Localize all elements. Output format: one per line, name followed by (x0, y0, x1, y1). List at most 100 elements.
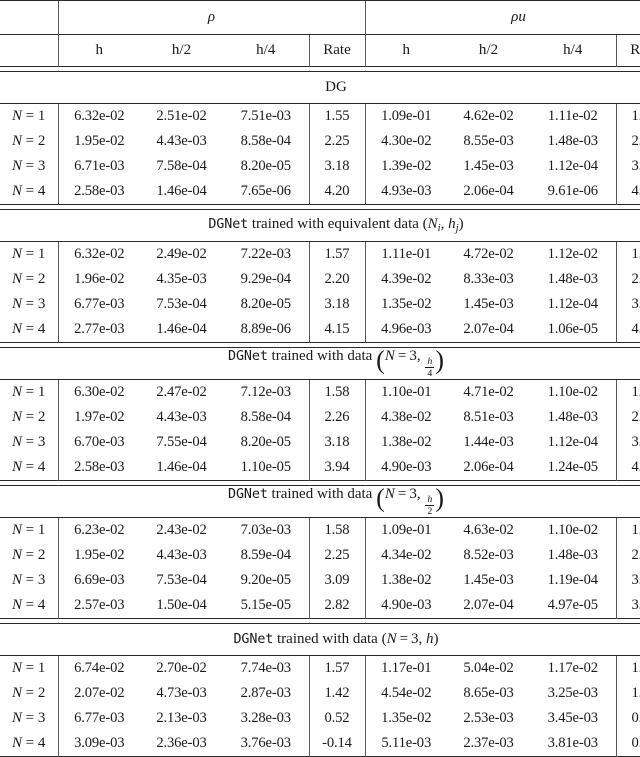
row-label-variable: N (12, 271, 22, 287)
cell-rhou-h2: 8.52e-03 (447, 543, 530, 568)
row-label-cell: N=2 (0, 405, 58, 430)
cell-rhou-h: 4.90e-03 (365, 593, 447, 619)
row-label-cell: N=2 (0, 543, 58, 568)
cell-rhou-h4: 1.24e-05 (530, 455, 616, 481)
cell-rho-h: 6.30e-02 (58, 380, 140, 406)
cell-rhou-h: 1.39e-02 (365, 154, 447, 179)
cell-rho-h2: 2.70e-02 (140, 656, 223, 682)
row-label-cell: N=1 (0, 518, 58, 544)
section-title-dg: DG (0, 72, 640, 104)
cell-rho-h: 1.95e-02 (58, 129, 140, 154)
table-row: N=42.57e-031.50e-045.15e-052.824.90e-032… (0, 593, 640, 619)
cell-rhou-h4: 1.12e-04 (530, 154, 616, 179)
math-paren: ) (434, 631, 439, 647)
row-label-text: N=2 (12, 547, 46, 563)
row-label-equals: = (26, 271, 35, 287)
row-label-equals: = (26, 459, 35, 475)
row-label-variable: N (12, 183, 22, 199)
cell-rho-h4: 8.20e-05 (223, 154, 309, 179)
cell-rho-rate: 2.82 (309, 593, 365, 619)
table-row: N=36.71e-037.58e-048.20e-053.181.39e-021… (0, 154, 640, 179)
cell-rho-h2: 4.43e-03 (140, 129, 223, 154)
cell-rhou-rate: 4.44 (616, 317, 640, 343)
cell-rho-h2: 2.43e-02 (140, 518, 223, 544)
math-operator: = (400, 631, 408, 647)
cell-rho-h4: 5.15e-05 (223, 593, 309, 619)
cell-rhou-h2: 2.37e-03 (447, 731, 530, 757)
cell-rhou-rate: 0.21 (616, 731, 640, 757)
row-label-variable: N (12, 158, 22, 174)
cell-rho-h: 2.58e-03 (58, 179, 140, 205)
row-label-variable: N (12, 459, 22, 475)
math-operator: = (398, 348, 406, 364)
cell-rhou-h2: 1.45e-03 (447, 568, 530, 593)
cell-rhou-h2: 2.07e-04 (447, 593, 530, 619)
row-label-cell: N=1 (0, 656, 58, 682)
row-label-equals: = (26, 735, 35, 751)
cell-rho-h2: 2.36e-03 (140, 731, 223, 757)
cell-rho-h: 6.69e-03 (58, 568, 140, 593)
group-header-rho-u: ρu (365, 1, 640, 35)
cell-rhou-h4: 3.25e-03 (530, 681, 616, 706)
cell-rho-h: 6.77e-03 (58, 706, 140, 731)
cell-rho-h4: 3.76e-03 (223, 731, 309, 757)
math-number: 3 (409, 348, 417, 364)
cell-rho-rate: 4.15 (309, 317, 365, 343)
row-label-cell: N=3 (0, 568, 58, 593)
section-title-model-name: DGNet (228, 487, 268, 502)
math-fraction: h2 (425, 495, 434, 517)
table-row: N=43.09e-032.36e-033.76e-03-0.145.11e-03… (0, 731, 640, 757)
cell-rho-h2: 7.53e-04 (140, 292, 223, 317)
row-label-text: N=3 (12, 434, 46, 450)
cell-rhou-h2: 2.53e-03 (447, 706, 530, 731)
row-label-variable: N (12, 597, 22, 613)
cell-rho-rate: 3.18 (309, 292, 365, 317)
cell-rho-h4: 7.22e-03 (223, 242, 309, 268)
row-label-variable: N (12, 685, 22, 701)
row-label-text: N=1 (12, 522, 46, 538)
cell-rho-h2: 1.50e-04 (140, 593, 223, 619)
cell-rho-rate: 2.25 (309, 543, 365, 568)
cell-rho-rate: 2.25 (309, 129, 365, 154)
row-label-degree: 1 (38, 384, 46, 400)
cell-rhou-rate: 3.47 (616, 430, 640, 455)
cell-rhou-rate: 3.46 (616, 292, 640, 317)
math-big-paren: ) (435, 345, 444, 374)
group-header-spacer (0, 1, 58, 35)
cell-rho-h4: 7.12e-03 (223, 380, 309, 406)
cell-rho-h4: 7.65e-06 (223, 179, 309, 205)
row-label-text: N=2 (12, 409, 46, 425)
table-row: N=16.32e-022.49e-027.22e-031.571.11e-014… (0, 242, 640, 268)
subheader-rhou-rate: Rate (616, 35, 640, 67)
row-label-degree: 3 (38, 434, 46, 450)
cell-rho-h: 3.09e-03 (58, 731, 140, 757)
cell-rho-rate: 3.18 (309, 430, 365, 455)
cell-rho-h2: 1.46e-04 (140, 317, 223, 343)
table-row: N=16.30e-022.47e-027.12e-031.581.10e-014… (0, 380, 640, 406)
cell-rho-h2: 2.47e-02 (140, 380, 223, 406)
table-row: N=42.58e-031.46e-041.10e-053.944.90e-032… (0, 455, 640, 481)
subheader-rhou-h4: h/4 (530, 35, 616, 67)
row-label-text: N=2 (12, 133, 46, 149)
table-row: N=16.74e-022.70e-027.74e-031.571.17e-015… (0, 656, 640, 682)
row-label-text: N=3 (12, 158, 46, 174)
cell-rhou-h2: 8.33e-03 (447, 267, 530, 292)
group-label-rho-u: ρu (511, 9, 526, 25)
math-big-paren: ) (435, 483, 444, 512)
row-label-degree: 2 (38, 271, 46, 287)
section-title-content: DGNet trained with data (N=3, h2) (228, 487, 444, 517)
row-label-variable: N (12, 108, 22, 124)
cell-rhou-h: 5.11e-03 (365, 731, 447, 757)
row-label-degree: 4 (38, 321, 46, 337)
cell-rhou-h4: 1.06e-05 (530, 317, 616, 343)
row-label-cell: N=4 (0, 593, 58, 619)
cell-rho-rate: 1.58 (309, 380, 365, 406)
cell-rho-h: 6.74e-02 (58, 656, 140, 682)
cell-rho-rate: 3.18 (309, 154, 365, 179)
row-label-variable: N (12, 572, 22, 588)
cell-rhou-h4: 1.10e-02 (530, 518, 616, 544)
cell-rho-h: 1.96e-02 (58, 267, 140, 292)
cell-rhou-h4: 9.61e-06 (530, 179, 616, 205)
cell-rho-h4: 7.74e-03 (223, 656, 309, 682)
table-head: ρ ρu h h/2 h/4 Rate h h/2 h/4 Rate (0, 1, 640, 67)
